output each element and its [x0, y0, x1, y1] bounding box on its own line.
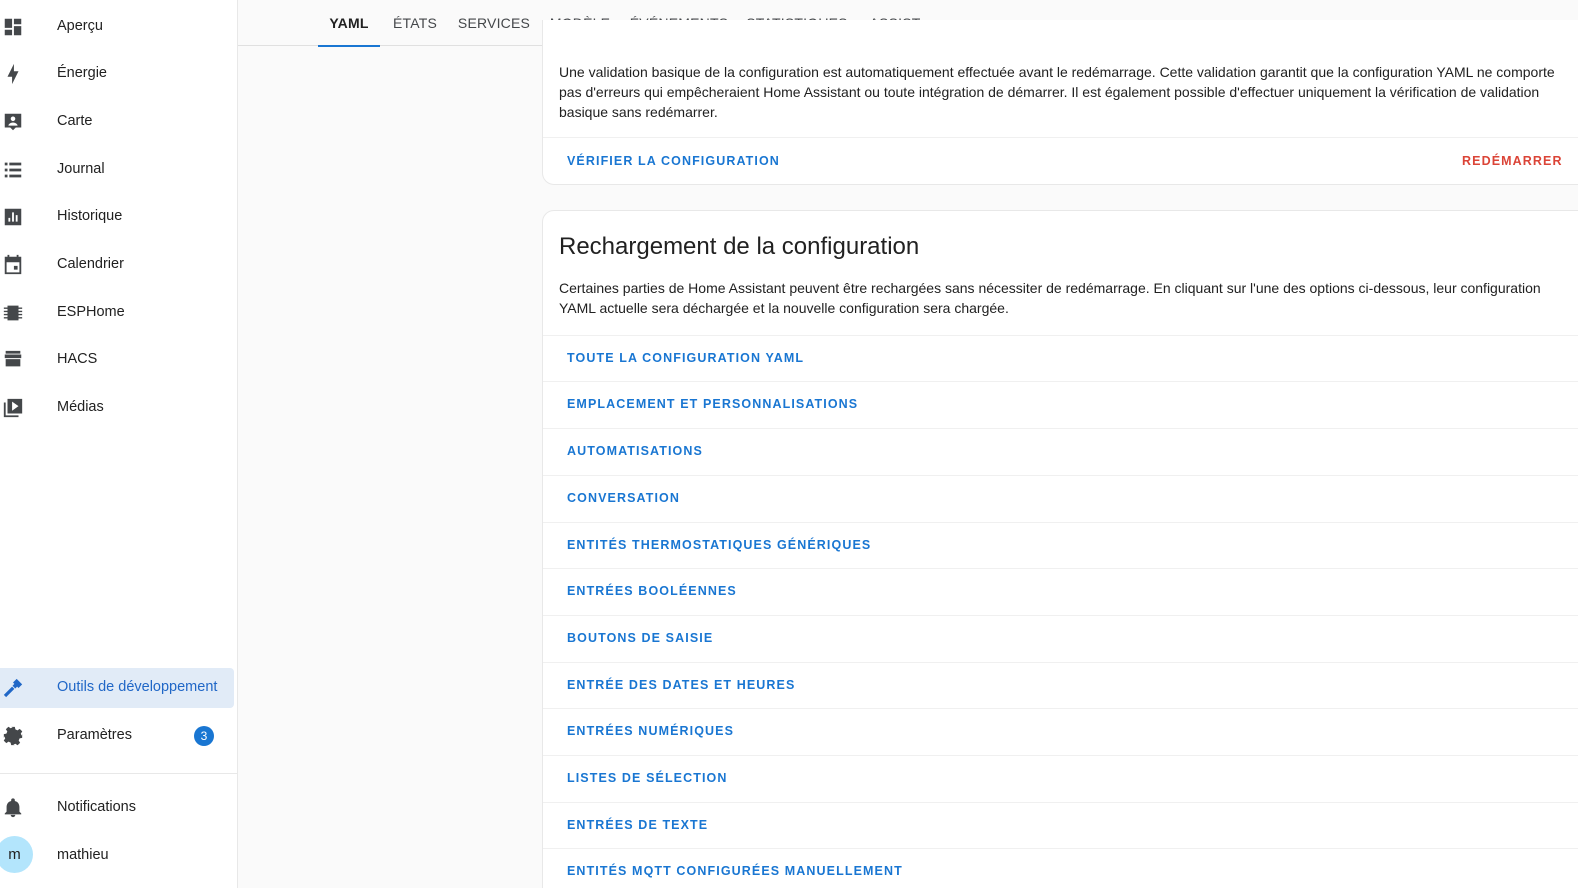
reload-thermostat-button[interactable]: ENTITÉS THERMOSTATIQUES GÉNÉRIQUES	[567, 538, 871, 552]
media-play-icon	[2, 397, 24, 419]
sidebar-item-label: Carte	[57, 113, 93, 129]
reload-description: Certaines parties de Home Assistant peuv…	[559, 280, 1541, 316]
list-item: TOUTE LA CONFIGURATION YAML	[543, 335, 1578, 381]
dashboard-icon	[2, 16, 24, 38]
list-item: ENTRÉES NUMÉRIQUES	[543, 708, 1578, 754]
list-icon	[2, 159, 24, 181]
sidebar-item-journal[interactable]: Journal	[0, 150, 234, 190]
sidebar-item-label: Calendrier	[57, 256, 124, 272]
reload-input-datetime-button[interactable]: ENTRÉE DES DATES ET HEURES	[567, 678, 795, 692]
sidebar-item-label: Aperçu	[57, 18, 103, 34]
chart-box-icon	[2, 206, 24, 228]
reload-input-boolean-button[interactable]: ENTRÉES BOOLÉENNES	[567, 584, 737, 598]
sidebar-item-label: Journal	[57, 161, 105, 177]
sidebar-item-label: Énergie	[57, 65, 107, 81]
sidebar-item-esphome[interactable]: ESPHome	[0, 293, 234, 333]
tab-etats[interactable]: ÉTATS	[388, 0, 442, 46]
lightning-icon	[2, 63, 24, 85]
gear-icon	[2, 725, 24, 747]
reload-input-text-button[interactable]: ENTRÉES DE TEXTE	[567, 818, 708, 832]
sidebar-item-user[interactable]: mathieu	[0, 836, 234, 876]
hacs-icon	[2, 349, 24, 371]
chip-icon	[2, 302, 24, 324]
reload-card-title: Rechargement de la configuration	[559, 233, 920, 260]
card-divider	[543, 137, 1578, 138]
list-item: LISTES DE SÉLECTION	[543, 755, 1578, 801]
map-icon	[2, 111, 24, 133]
config-reload-card: Rechargement de la configuration Certain…	[542, 210, 1578, 888]
notification-badge: 3	[194, 726, 214, 746]
sidebar-item-label: Outils de développement	[57, 679, 218, 695]
sidebar-item-label: ESPHome	[57, 304, 125, 320]
reload-input-button-button[interactable]: BOUTONS DE SAISIE	[567, 631, 713, 645]
reload-all-yaml-button[interactable]: TOUTE LA CONFIGURATION YAML	[567, 351, 804, 365]
reload-input-select-button[interactable]: LISTES DE SÉLECTION	[567, 771, 728, 785]
sidebar-item-carte[interactable]: Carte	[0, 102, 234, 142]
list-item: ENTITÉS MQTT CONFIGURÉES MANUELLEMENT	[543, 848, 1578, 888]
config-validation-card: Une validation basique de la configurati…	[542, 20, 1578, 185]
list-item: AUTOMATISATIONS	[543, 428, 1578, 474]
reload-automations-button[interactable]: AUTOMATISATIONS	[567, 444, 703, 458]
sidebar-item-notifications[interactable]: Notifications	[0, 788, 234, 828]
sidebar-item-energie[interactable]: Énergie	[0, 54, 234, 94]
list-item: EMPLACEMENT ET PERSONNALISATIONS	[543, 381, 1578, 427]
list-item: ENTRÉE DES DATES ET HEURES	[543, 662, 1578, 708]
restart-button[interactable]: REDÉMARRER	[1462, 154, 1563, 168]
calendar-icon	[2, 254, 24, 276]
list-item: CONVERSATION	[543, 475, 1578, 521]
sidebar-item-label: Notifications	[57, 799, 136, 815]
validation-description: Une validation basique de la configurati…	[559, 64, 1555, 120]
sidebar-item-dev-tools[interactable]: Outils de développement	[0, 668, 234, 708]
sidebar-item-label: HACS	[57, 351, 98, 367]
list-item: ENTRÉES BOOLÉENNES	[543, 568, 1578, 614]
list-item: ENTITÉS THERMOSTATIQUES GÉNÉRIQUES	[543, 522, 1578, 568]
reload-mqtt-button[interactable]: ENTITÉS MQTT CONFIGURÉES MANUELLEMENT	[567, 864, 903, 878]
sidebar-item-label: mathieu	[57, 847, 109, 863]
sidebar-item-settings[interactable]: Paramètres 3	[0, 716, 234, 756]
bell-icon	[2, 797, 24, 819]
sidebar: Aperçu Énergie Carte Journal Historique …	[0, 0, 238, 888]
list-item: ENTRÉES DE TEXTE	[543, 802, 1578, 848]
check-config-button[interactable]: VÉRIFIER LA CONFIGURATION	[567, 154, 780, 168]
sidebar-item-calendrier[interactable]: Calendrier	[0, 245, 234, 285]
tab-services[interactable]: SERVICES	[458, 0, 530, 46]
sidebar-item-hacs[interactable]: HACS	[0, 340, 234, 380]
reload-location-button[interactable]: EMPLACEMENT ET PERSONNALISATIONS	[567, 397, 858, 411]
hammer-icon	[2, 677, 24, 699]
sidebar-divider	[0, 773, 238, 774]
sidebar-item-label: Paramètres	[57, 727, 132, 743]
sidebar-item-label: Historique	[57, 208, 123, 224]
sidebar-item-label: Médias	[57, 399, 104, 415]
sidebar-item-medias[interactable]: Médias	[0, 388, 234, 428]
sidebar-item-historique[interactable]: Historique	[0, 197, 234, 237]
reload-input-number-button[interactable]: ENTRÉES NUMÉRIQUES	[567, 724, 734, 738]
reload-conversation-button[interactable]: CONVERSATION	[567, 491, 680, 505]
sidebar-item-apercu[interactable]: Aperçu	[0, 7, 234, 47]
tab-yaml[interactable]: YAML	[318, 0, 380, 47]
list-item: BOUTONS DE SAISIE	[543, 615, 1578, 661]
